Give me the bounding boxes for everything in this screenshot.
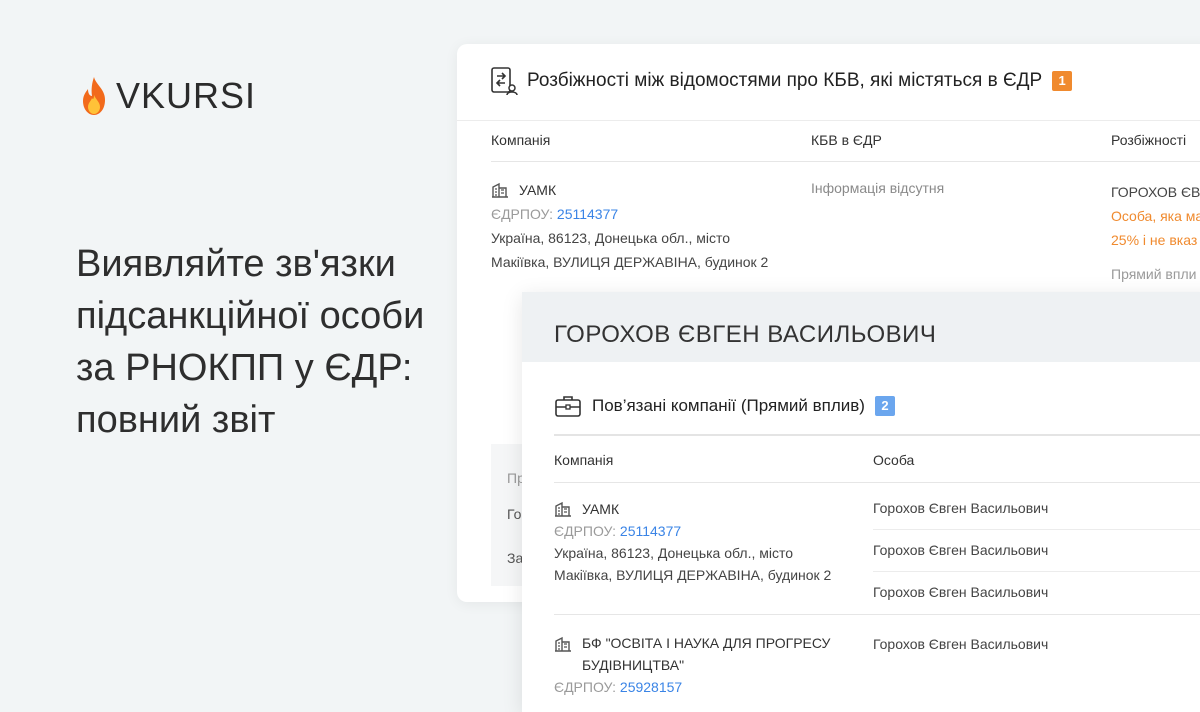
divider — [554, 482, 1200, 483]
building-icon — [555, 501, 571, 517]
discrepancies-title-text: Розбіжності між відомостями про КБВ, які… — [527, 70, 1043, 91]
related-companies-count-badge: 2 — [874, 396, 895, 416]
person-card: ГОРОХОВ ЄВГЕН ВАСИЛЬОВИЧ Пов’язані компа… — [522, 292, 1200, 712]
company-address: Україна, 86123, Донецька обл., місто Мак… — [554, 545, 832, 583]
kbv-info: Інформація відсутня — [811, 180, 945, 196]
person-name: ГОРОХОВ ЄВГЕН ВАСИЛЬОВИЧ — [554, 321, 937, 348]
page-headline: Виявляйте зв'язки підсанкційної особи за… — [76, 243, 425, 441]
table-row: БФ "ОСВІТА І НАУКА ДЛЯ ПРОГРЕСУ БУДІВНИЦ… — [554, 632, 854, 698]
person-link[interactable]: Горохов Євген Васильович — [873, 636, 1048, 652]
company-link[interactable]: УАМК — [554, 498, 854, 520]
related-companies-title-text: Пов’язані компанії (Прямий вплив) — [592, 396, 865, 415]
footer-text: Го — [507, 506, 522, 522]
company-name: БФ "ОСВІТА І НАУКА ДЛЯ ПРОГРЕСУ БУДІВНИЦ… — [582, 635, 831, 673]
building-icon — [492, 182, 508, 198]
divider — [554, 434, 1200, 436]
person-link[interactable]: Горохов Євген Васильович — [873, 542, 1048, 558]
column-header-person: Особа — [873, 452, 915, 468]
column-header-discrepancies: Розбіжності — [1111, 132, 1187, 148]
brand-name: VKURSI — [116, 75, 257, 116]
divider — [873, 571, 1200, 572]
person-link[interactable]: Горохов Євген Васильович — [873, 584, 1048, 600]
flame-icon — [83, 77, 105, 115]
company-name: УАМК — [519, 182, 557, 198]
person-header: ГОРОХОВ ЄВГЕН ВАСИЛЬОВИЧ — [522, 292, 1200, 362]
discrepancies-title: Розбіжності між відомостями про КБВ, які… — [489, 66, 1073, 96]
discrepancy-influence: Прямий впли — [1111, 266, 1197, 282]
building-icon — [555, 636, 571, 652]
divider — [491, 161, 1200, 162]
company-address: Україна, 86123, Донецька обл., місто Мак… — [491, 230, 769, 270]
related-companies-title: Пов’язані компанії (Прямий вплив) 2 — [554, 394, 895, 418]
column-header-company: Компанія — [491, 132, 551, 148]
discrepancies-count-badge: 1 — [1052, 71, 1073, 91]
divider — [457, 120, 1200, 121]
edrpou-label: ЄДРПОУ: — [491, 206, 554, 222]
person-link[interactable]: Горохов Євген Васильович — [873, 500, 1048, 516]
discrepancy-warning-line1: Особа, яка ма — [1111, 208, 1200, 224]
edrpou-link[interactable]: 25114377 — [620, 523, 681, 539]
brand-logo[interactable]: VKURSI — [78, 74, 256, 118]
divider — [873, 529, 1200, 530]
company-link[interactable]: УАМК — [491, 178, 791, 202]
footer-text: За — [507, 550, 524, 566]
table-row: УАМК ЄДРПОУ: 25114377 Україна, 86123, До… — [491, 178, 791, 274]
edrpou-link[interactable]: 25928157 — [620, 679, 682, 695]
column-header-kbv: КБВ в ЄДР — [811, 132, 882, 148]
discrepancy-warning-line2: 25% і не вказ — [1111, 232, 1198, 248]
document-compare-icon — [491, 67, 518, 96]
briefcase-icon — [555, 396, 581, 417]
column-header-company: Компанія — [554, 452, 614, 468]
company-name: УАМК — [582, 501, 620, 517]
edrpou-link[interactable]: 25114377 — [557, 206, 618, 222]
table-row: УАМК ЄДРПОУ: 25114377 Україна, 86123, До… — [554, 498, 854, 586]
divider — [554, 614, 1200, 615]
discrepancy-person: ГОРОХОВ ЄВ — [1111, 184, 1200, 200]
edrpou-label: ЄДРПОУ: — [554, 679, 617, 695]
discrepancy-details: ГОРОХОВ ЄВ Особа, яка ма 25% і не вказ П… — [1111, 180, 1200, 286]
company-link[interactable]: БФ "ОСВІТА І НАУКА ДЛЯ ПРОГРЕСУ БУДІВНИЦ… — [554, 632, 854, 676]
edrpou-label: ЄДРПОУ: — [554, 523, 617, 539]
